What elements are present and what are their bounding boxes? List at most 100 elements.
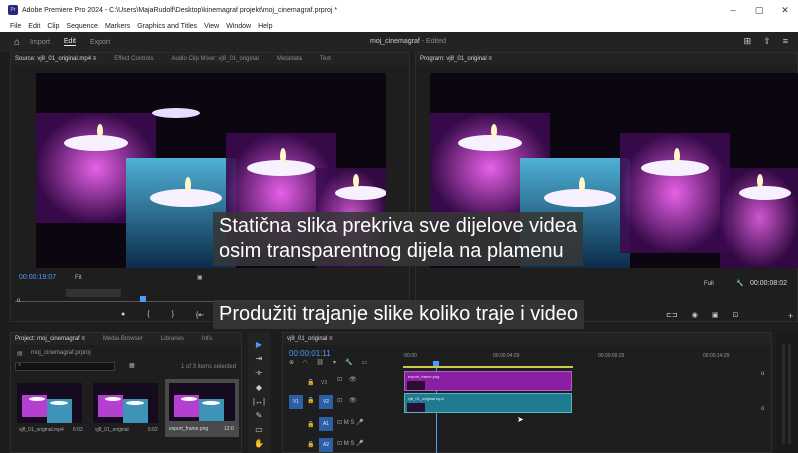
clip-original[interactable]: vj8_01_original.mp4 [404,393,572,413]
source-fit-select[interactable]: Fit [75,275,82,281]
caption-line-1: Statična slika prekriva sve dijelove vid… [219,215,577,237]
go-to-in-icon[interactable]: {⇤ [196,311,204,319]
tab-audio-clip-mixer[interactable]: Audio Clip Mixer: vj8_01_original [171,56,258,62]
tab-import[interactable]: Import [30,39,50,46]
track-a2-label[interactable]: A2 [319,438,333,452]
tab-effect-controls[interactable]: Effect Controls [114,56,153,62]
source-tabs: Source: vj8_01_original.mp4 ≡ Effect Con… [11,53,409,65]
minimize-button[interactable]: – [720,0,746,20]
menu-window[interactable]: Window [226,23,251,30]
tab-info[interactable]: Info [202,336,212,342]
sync-icon-v1[interactable]: ⊡ [337,397,342,404]
sync-icon-v2[interactable]: ⊡ [337,376,342,383]
menu-clip[interactable]: Clip [47,23,59,30]
tab-text[interactable]: Text [320,56,331,62]
clip-original-label: vj8_01_original.mp4 [408,396,444,401]
item-duration-1: 6:02 [73,427,83,433]
track-select-icon[interactable]: ⇥ [256,354,263,363]
scroll-handle-mid[interactable]: o [761,406,764,412]
compare-icon[interactable]: ▣ [712,311,719,319]
selection-tool-icon[interactable]: ▶ [256,340,262,349]
lock-icon-v2[interactable]: 🔒 [307,397,314,404]
export-frame-icon[interactable]: ⊡ [732,311,738,319]
ruler-3: 00:00:14:29 [703,353,730,359]
ruler-2: 00:00:09:29 [598,353,625,359]
track-a1-label[interactable]: A1 [319,417,333,431]
lock-icon-a2[interactable]: 🔒 [307,441,314,448]
lock-icon-a1[interactable]: 🔒 [307,421,314,428]
pen-tool-icon[interactable]: ✎ [256,411,263,420]
snap-icon[interactable]: ∩ [303,359,307,366]
new-bin-icon[interactable]: ▦ [129,362,135,369]
tab-project[interactable]: Project: moj_cinemagraf ≡ [15,336,85,342]
razor-tool-icon[interactable]: ◆ [256,383,262,392]
clip-export-frame[interactable]: export_frame.png [404,371,572,391]
menu-help[interactable]: Help [258,23,272,30]
menu-lines-icon[interactable]: ≡ [783,36,788,47]
add-marker-icon[interactable]: ● [121,311,125,319]
share-icon[interactable]: ⇪ [763,36,771,47]
project-item-thumb-2[interactable] [93,383,158,423]
wrench-icon[interactable]: 🔧 [736,280,743,287]
program-tabs: Program: vj8_01_original ≡ [416,53,797,65]
audio-meters [776,332,798,453]
lock-icon-v3[interactable]: 🔒 [307,379,314,386]
maximize-button[interactable]: ▢ [746,0,772,20]
tab-edit[interactable]: Edit [63,38,76,46]
camera-icon[interactable]: ◉ [692,311,698,319]
add-button-icon[interactable]: + [788,311,793,321]
ripple-edit-icon[interactable]: ⟛ [255,368,262,378]
timeline-settings-icon[interactable]: 🔧 [345,359,352,366]
source-zoom-bar[interactable] [66,289,121,297]
caption-line-2: osim transparentnog dijela na plamenu [219,240,564,262]
hand-tool-icon[interactable]: ✋ [254,439,264,448]
timeline-panel: vj8_01_original ≡ 00:00:01:11 ⊕ ∩ ⛓ ▾ 🔧 … [282,332,772,453]
slip-tool-icon[interactable]: |↔| [253,397,265,406]
scroll-handle-top[interactable]: o [761,371,764,377]
tab-sequence[interactable]: vj8_01_original ≡ [287,336,333,342]
source-in-marker[interactable]: o [17,298,20,304]
work-area-bar[interactable] [403,366,573,368]
eye-icon-v1[interactable]: 👁 [349,397,357,404]
item-name-1: vj8_01_original.mp4 [19,427,64,433]
tab-metadata[interactable]: Metadata [277,56,302,62]
menu-view[interactable]: View [204,23,219,30]
source-playhead[interactable] [140,296,146,302]
nest-icon[interactable]: ⊕ [289,359,294,366]
eye-icon-v2[interactable]: 👁 [349,376,357,383]
menu-markers[interactable]: Markers [105,23,130,30]
project-search-input[interactable] [15,362,115,371]
sync-icon-a1[interactable]: ⊡ M S 🎤 [337,419,364,426]
close-button[interactable]: ✕ [772,0,798,20]
item-duration-3: 12:0 [224,426,234,432]
marker-icon[interactable]: ▾ [333,359,336,366]
meter-right [788,344,791,444]
lift-icon[interactable]: ⊏⊐ [666,311,678,319]
program-quality-select[interactable]: Full [704,281,714,287]
item-name-2: vj8_01_original [95,427,129,433]
title-bar: Pr Adobe Premiere Pro 2024 - C:\Users\Ma… [0,0,798,20]
menu-graphics[interactable]: Graphics and Titles [137,23,197,30]
project-item-thumb-1[interactable] [17,383,82,423]
source-settings-icon[interactable]: ▣ [197,274,203,281]
track-target-v1[interactable]: V1 [289,395,303,409]
mark-out-icon[interactable]: } [172,311,174,319]
tab-source[interactable]: Source: vj8_01_original.mp4 ≡ [15,56,96,62]
workspaces-icon[interactable]: ⊞ [744,36,752,47]
tab-program[interactable]: Program: vj8_01_original ≡ [420,56,492,62]
linked-selection-icon[interactable]: ⛓ [316,359,324,366]
captions-icon[interactable]: ▭ [361,359,367,366]
tab-libraries[interactable]: Libraries [161,336,184,342]
track-v2-label[interactable]: V2 [319,395,333,409]
mark-in-icon[interactable]: { [147,311,149,319]
sync-icon-a2[interactable]: ⊡ M S 🎤 [337,440,364,447]
menu-sequence[interactable]: Sequence [66,23,98,30]
menu-edit[interactable]: Edit [28,23,40,30]
rectangle-tool-icon[interactable]: ▭ [255,425,263,434]
clip-thumb [407,381,425,390]
tab-export[interactable]: Export [90,39,110,46]
tab-media-browser[interactable]: Media Browser [103,336,143,342]
menu-file[interactable]: File [10,23,21,30]
meter-left [782,344,785,444]
home-icon[interactable]: ⌂ [14,37,20,48]
